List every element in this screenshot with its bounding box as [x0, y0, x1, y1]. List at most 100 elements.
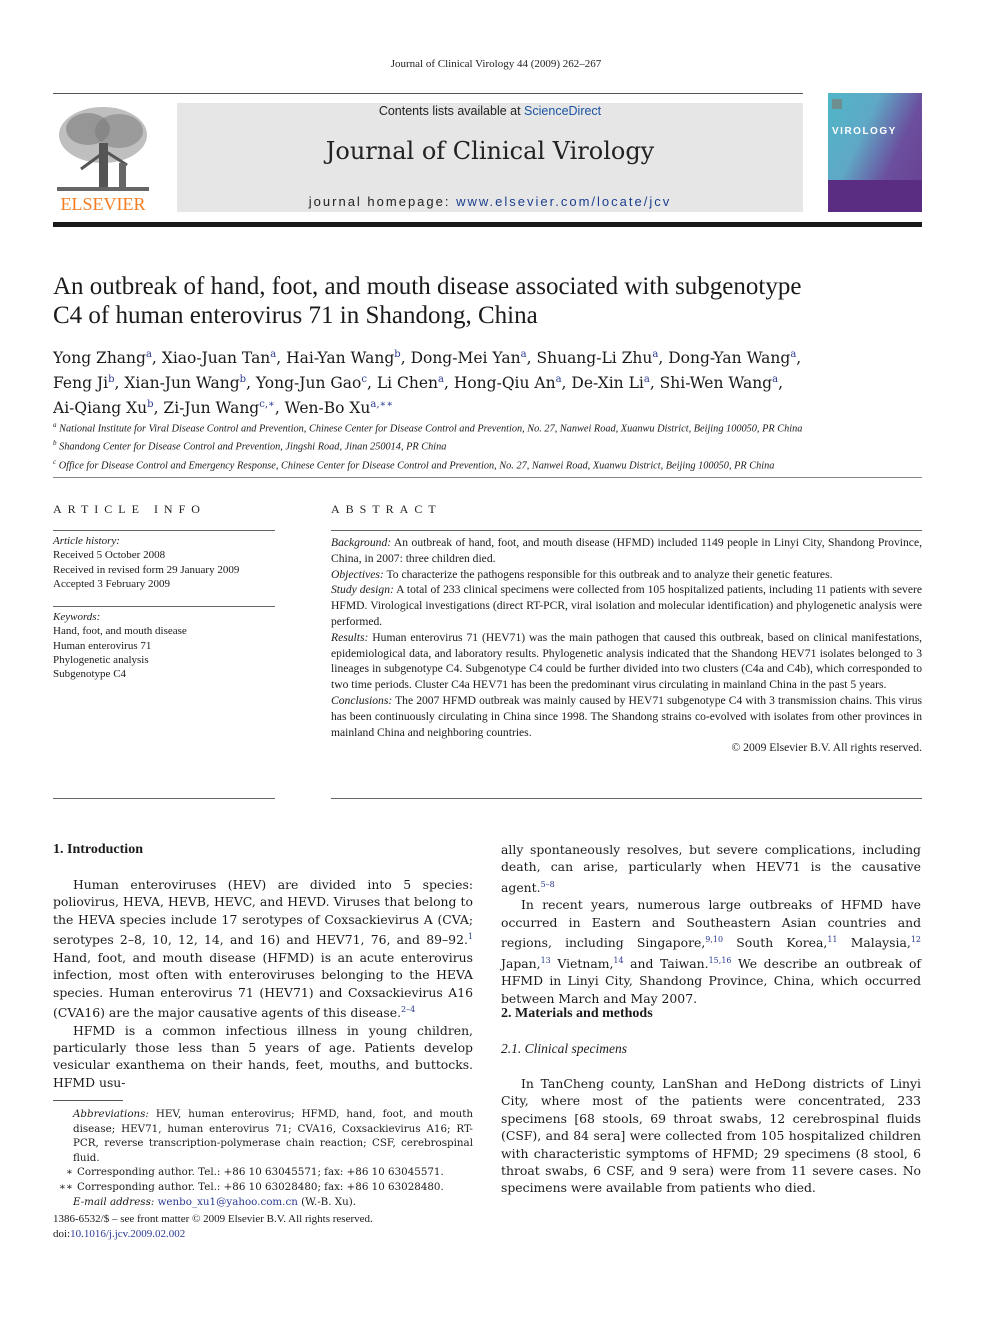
citation-ref[interactable]: 12 — [911, 935, 921, 944]
citation-ref[interactable]: 14 — [613, 956, 623, 965]
author: Zi-Jun Wang — [163, 399, 260, 418]
homepage-prefix: journal homepage: — [308, 194, 457, 209]
author: Hong-Qiu An — [453, 374, 556, 393]
author: De-Xin Li — [571, 374, 644, 393]
article-title: An outbreak of hand, foot, and mouth dis… — [53, 272, 922, 330]
affiliation-b: b Shandong Center for Disease Control an… — [53, 439, 447, 453]
title-line-2: C4 of human enterovirus 71 in Shandong, … — [53, 302, 538, 329]
abstract-copyright: © 2009 Elsevier B.V. All rights reserved… — [731, 741, 922, 755]
author: Hai-Yan Wang — [286, 349, 395, 368]
paragraph: HFMD is a common infectious illness in y… — [53, 1022, 473, 1090]
cover-title: VIROLOGY — [832, 126, 897, 137]
section-heading-materials-methods: 2. Materials and methods — [501, 1006, 653, 1021]
citation-ref[interactable]: 15,16 — [709, 956, 732, 965]
keywords-label: Keywords: — [53, 611, 101, 623]
body-left-column: Human enteroviruses (HEV) are divided in… — [53, 876, 473, 1091]
divider — [331, 530, 922, 531]
citation-ref[interactable]: 2–4 — [401, 1005, 415, 1014]
cover-band — [828, 180, 922, 212]
affiliation-ref[interactable]: a — [438, 374, 444, 385]
section-heading-introduction: 1. Introduction — [53, 842, 143, 857]
email-footnote: E-mail address: wenbo_xu1@yahoo.com.cn (… — [73, 1195, 357, 1208]
author-line-1: Yong Zhanga, Xiao-Juan Tana, Hai-Yan Wan… — [53, 349, 802, 368]
issn-line: 1386-6532/$ – see front matter © 2009 El… — [53, 1213, 373, 1225]
affiliation-ref[interactable]: a — [270, 349, 276, 360]
author: Shi-Wen Wang — [659, 374, 773, 393]
abstract-body: Background: An outbreak of hand, foot, a… — [331, 535, 922, 756]
journal-cover-thumbnail-icon: VIROLOGY — [828, 93, 922, 212]
author: Dong-Mei Yan — [410, 349, 521, 368]
abstract-study-design: Study design: A total of 233 clinical sp… — [331, 583, 922, 628]
affiliation-c: c Office for Disease Control and Emergen… — [53, 457, 775, 472]
affiliation-ref[interactable]: a — [790, 349, 796, 360]
journal-masthead: Contents lists available at ScienceDirec… — [177, 103, 803, 212]
article-history: Article history: Received 5 October 2008… — [53, 534, 275, 591]
cover-logo-icon — [832, 99, 842, 109]
title-line-1: An outbreak of hand, foot, and mouth dis… — [53, 273, 802, 300]
affiliation-ref[interactable]: b — [394, 349, 400, 360]
publisher-logo-text: ELSEVIER — [60, 194, 146, 214]
affiliations: a National Institute for Viral Disease C… — [53, 418, 933, 473]
abbreviations-footnote: Abbreviations: HEV, human enterovirus; H… — [73, 1108, 473, 1164]
divider — [53, 530, 275, 531]
corresponding-author-2: ∗∗ Corresponding author. Tel.: +86 10 630… — [59, 1180, 444, 1193]
affiliation-ref[interactable]: a — [772, 374, 778, 385]
history-label: Article history: — [53, 535, 120, 547]
subsection-heading-clinical-specimens: 2.1. Clinical specimens — [501, 1041, 627, 1056]
body-right-column-specimens: In TanCheng county, LanShan and HeDong d… — [501, 1075, 921, 1197]
author: Ai-Qiang Xu — [53, 399, 148, 418]
email-link[interactable]: wenbo_xu1@yahoo.com.cn — [158, 1196, 298, 1208]
running-head: Journal of Clinical Virology 44 (2009) 2… — [390, 58, 602, 70]
affiliation-ref[interactable]: a — [556, 374, 562, 385]
affiliation-ref[interactable]: b — [108, 374, 114, 385]
paragraph: Human enteroviruses (HEV) are divided in… — [53, 877, 473, 1021]
citation-ref[interactable]: 11 — [827, 935, 837, 944]
abstract-conclusions: Conclusions: The 2007 HFMD outbreak was … — [331, 693, 922, 739]
author-line-2: Feng Jib, Xian-Jun Wangb, Yong-Jun Gaoc,… — [53, 374, 784, 393]
paragraph: In recent years, numerous large outbreak… — [501, 897, 921, 1006]
affiliation-ref[interactable]: a — [652, 349, 658, 360]
paragraph: In TanCheng county, LanShan and HeDong d… — [501, 1076, 921, 1196]
author-line-3: Ai-Qiang Xub, Zi-Jun Wangc,∗, Wen-Bo Xua… — [53, 399, 394, 418]
author: Xian-Jun Wang — [124, 374, 240, 393]
divider — [53, 798, 275, 799]
keywords: Keywords: Hand, foot, and mouth disease … — [53, 610, 275, 681]
keyword: Phylogenetic analysis — [53, 653, 149, 666]
keyword: Subgenotype C4 — [53, 668, 127, 681]
keyword: Hand, foot, and mouth disease — [53, 625, 187, 638]
author: Xiao-Juan Tan — [161, 349, 271, 368]
abstract-background: Background: An outbreak of hand, foot, a… — [331, 536, 922, 565]
author: Feng Ji — [53, 374, 109, 393]
author-list: Yong Zhanga, Xiao-Juan Tana, Hai-Yan Wan… — [53, 344, 922, 419]
affiliation-ref[interactable]: c,∗ — [259, 399, 275, 410]
journal-title: Journal of Clinical Virology — [325, 137, 655, 165]
homepage-link[interactable]: www.elsevier.com/locate/jcv — [456, 194, 671, 209]
author: Li Chen — [376, 374, 438, 393]
affiliation-ref[interactable]: b — [240, 374, 246, 385]
history-revised: Received in revised form 29 January 2009 — [53, 563, 240, 576]
doi-link[interactable]: 10.1016/j.jcv.2009.02.002 — [70, 1228, 185, 1240]
footnotes: Abbreviations: HEV, human enterovirus; H… — [53, 1107, 473, 1209]
keyword: Human enterovirus 71 — [53, 639, 152, 652]
journal-homepage: journal homepage: www.elsevier.com/locat… — [177, 194, 803, 209]
front-matter: 1386-6532/$ – see front matter © 2009 El… — [53, 1212, 483, 1242]
contents-line: Contents lists available at ScienceDirec… — [177, 104, 803, 118]
citation-ref[interactable]: 5–8 — [541, 880, 555, 889]
affiliation-ref[interactable]: a,∗∗ — [370, 399, 393, 410]
citation-ref[interactable]: 1 — [468, 932, 473, 941]
divider — [53, 606, 275, 607]
citation-ref[interactable]: 9,10 — [705, 935, 723, 944]
author: Dong-Yan Wang — [668, 349, 791, 368]
affiliation-ref[interactable]: c — [361, 374, 367, 385]
affiliation-ref[interactable]: a — [644, 374, 650, 385]
affiliation-ref[interactable]: a — [146, 349, 152, 360]
affiliation-ref[interactable]: b — [147, 399, 153, 410]
affiliation-rule — [53, 477, 922, 478]
affiliation-ref[interactable]: a — [521, 349, 527, 360]
abstract-results: Results: Human enterovirus 71 (HEV71) wa… — [331, 630, 922, 692]
citation-ref[interactable]: 13 — [541, 956, 551, 965]
paragraph: ally spontaneously resolves, but severe … — [501, 842, 921, 895]
sciencedirect-link[interactable]: ScienceDirect — [524, 104, 601, 118]
corresponding-author-1: ∗ Corresponding author. Tel.: +86 10 6304… — [66, 1166, 444, 1179]
header-rule — [53, 93, 803, 94]
